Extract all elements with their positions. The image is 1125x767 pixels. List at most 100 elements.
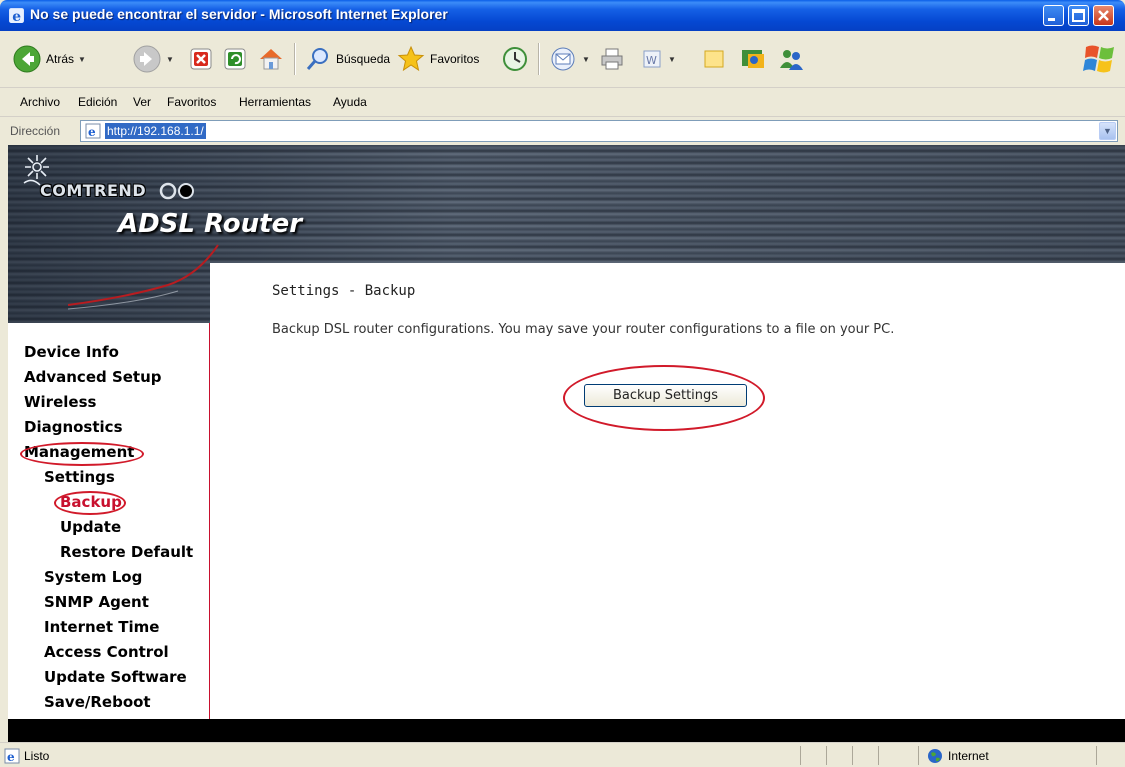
close-icon <box>1098 10 1109 21</box>
favorites-button[interactable]: Favoritos <box>396 41 479 77</box>
back-label: Atrás <box>46 52 75 66</box>
stop-button[interactable] <box>188 41 214 77</box>
refresh-button[interactable] <box>222 41 248 77</box>
home-button[interactable] <box>256 41 286 77</box>
brand-name: COMTREND <box>40 181 147 200</box>
svg-text:e: e <box>7 750 15 764</box>
sidebar-item-device-info[interactable]: Device Info <box>24 343 119 361</box>
sidebar-item-backup[interactable]: Backup <box>60 493 122 511</box>
chevron-down-icon: ▼ <box>582 54 590 64</box>
status-bar: e Listo Internet <box>0 742 1125 767</box>
status-text: Listo <box>24 749 50 763</box>
home-icon <box>260 49 282 70</box>
mail-button[interactable]: ▼ <box>548 41 590 77</box>
print-button[interactable] <box>598 41 626 77</box>
svg-text:e: e <box>88 125 96 139</box>
status-panel <box>1096 746 1097 765</box>
status-panel <box>918 746 919 765</box>
stop-icon <box>190 48 212 70</box>
status-panel <box>852 746 853 765</box>
minimize-icon <box>1048 18 1055 21</box>
menu-bar: Archivo Edición Ver Favoritos Herramient… <box>0 88 1125 117</box>
address-dropdown-button[interactable]: ▼ <box>1099 122 1116 140</box>
note-icon <box>704 50 724 68</box>
brand-circles-icon <box>159 182 194 200</box>
address-input[interactable]: e http://192.168.1.1/ ▼ <box>80 120 1118 142</box>
favorites-label: Favoritos <box>430 52 480 66</box>
globe-icon <box>928 749 942 763</box>
sidebar-item-wireless[interactable]: Wireless <box>24 393 96 411</box>
chevron-down-icon: ▼ <box>1103 126 1112 136</box>
print-icon <box>601 48 623 70</box>
discuss-button[interactable] <box>700 41 728 77</box>
page-description: Backup DSL router configurations. You ma… <box>272 322 895 337</box>
sidebar-item-diagnostics[interactable]: Diagnostics <box>24 418 123 436</box>
page-title: Settings - Backup <box>272 283 416 299</box>
sidebar-item-update-software[interactable]: Update Software <box>44 668 187 686</box>
contacts-button[interactable] <box>776 41 806 77</box>
word-icon: W <box>643 50 661 68</box>
messenger-icon <box>742 50 764 68</box>
sidebar-item-snmp-agent[interactable]: SNMP Agent <box>44 593 149 611</box>
chevron-down-icon: ▼ <box>668 54 676 64</box>
zone-text: Internet <box>948 749 989 763</box>
sidebar-item-internet-time[interactable]: Internet Time <box>44 618 159 636</box>
browser-window: e No se puede encontrar el servidor - Mi… <box>0 0 1125 767</box>
search-icon <box>306 48 328 70</box>
star-icon <box>397 45 425 72</box>
address-bar: Dirección e http://192.168.1.1/ ▼ <box>0 117 1125 145</box>
page-icon: e <box>85 123 101 139</box>
forward-button[interactable]: ▼ <box>132 41 174 77</box>
forward-arrow-icon <box>133 45 161 73</box>
search-label: Búsqueda <box>336 52 391 66</box>
footer-bar <box>8 719 1125 742</box>
toolbar: Atrás ▼ ▼ Búsqueda Favoritos ▼ W ▼ <box>0 31 1125 88</box>
history-icon <box>503 47 527 71</box>
sidebar-item-advanced-setup[interactable]: Advanced Setup <box>24 368 162 386</box>
menu-ayuda[interactable]: Ayuda <box>333 95 367 109</box>
page-icon: e <box>4 748 20 764</box>
minimize-button[interactable] <box>1043 5 1064 26</box>
people-icon <box>780 50 803 70</box>
menu-archivo[interactable]: Archivo <box>20 95 60 109</box>
toolbar-separator <box>538 43 539 75</box>
sidebar-item-save-reboot[interactable]: Save/Reboot <box>44 693 151 711</box>
edit-button[interactable]: W ▼ <box>640 41 676 77</box>
close-button[interactable] <box>1093 5 1114 26</box>
refresh-icon <box>224 48 246 70</box>
sidebar-item-management[interactable]: Management <box>24 443 134 461</box>
status-panel <box>878 746 879 765</box>
address-url: http://192.168.1.1/ <box>105 123 206 139</box>
window-title: No se puede encontrar el servidor - Micr… <box>30 6 448 22</box>
sidebar-item-restore-default[interactable]: Restore Default <box>60 543 193 561</box>
toolbar-separator <box>294 43 295 75</box>
swoosh-graphic <box>68 244 219 310</box>
menu-herramientas[interactable]: Herramientas <box>239 95 311 109</box>
back-arrow-icon <box>13 45 41 73</box>
history-button[interactable] <box>500 41 530 77</box>
back-button[interactable]: Atrás ▼ <box>12 41 86 77</box>
title-bar: e No se puede encontrar el servidor - Mi… <box>0 0 1125 31</box>
page-content: COMTREND ADSL Router Device Info Advance… <box>8 145 1125 742</box>
menu-favoritos[interactable]: Favoritos <box>167 95 216 109</box>
maximize-icon <box>1072 9 1085 22</box>
svg-text:W: W <box>646 54 657 67</box>
chevron-down-icon: ▼ <box>166 54 174 64</box>
maximize-button[interactable] <box>1068 5 1089 26</box>
menu-edicion[interactable]: Edición <box>78 95 117 109</box>
sidebar-item-update[interactable]: Update <box>60 518 121 536</box>
messenger-button[interactable] <box>738 41 768 77</box>
address-label: Dirección <box>10 124 61 138</box>
ie-logo-icon: e <box>9 8 24 24</box>
sidebar-item-access-control[interactable]: Access Control <box>44 643 169 661</box>
status-panel <box>826 746 827 765</box>
sidebar-item-system-log[interactable]: System Log <box>44 568 142 586</box>
chevron-down-icon: ▼ <box>78 54 86 64</box>
sidebar-item-settings[interactable]: Settings <box>44 468 115 486</box>
svg-text:e: e <box>12 9 21 24</box>
menu-ver[interactable]: Ver <box>133 95 151 109</box>
search-button[interactable]: Búsqueda <box>304 41 390 77</box>
mail-icon <box>551 47 575 71</box>
status-panel <box>800 746 801 765</box>
backup-settings-button[interactable]: Backup Settings <box>584 384 747 407</box>
